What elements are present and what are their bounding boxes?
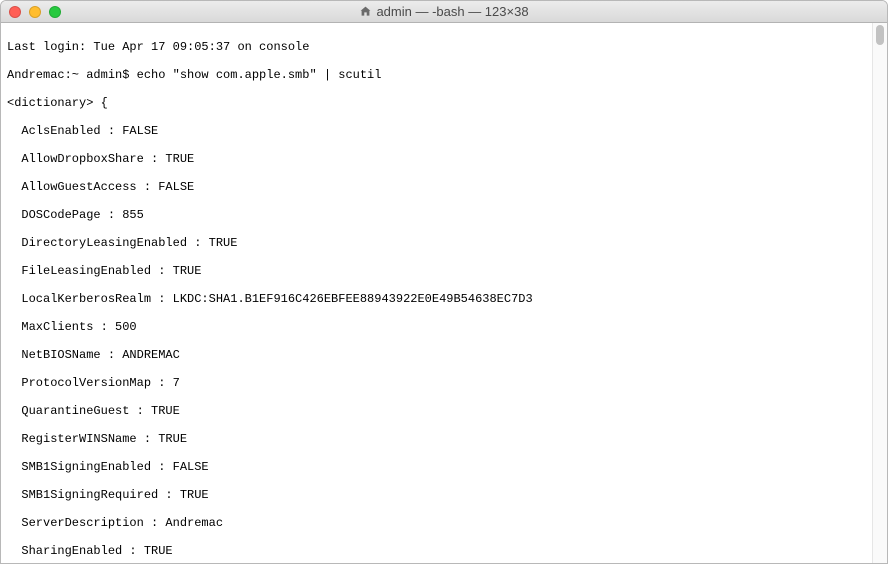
terminal-line: SharingEnabled : TRUE: [7, 544, 866, 558]
terminal-body: Last login: Tue Apr 17 09:05:37 on conso…: [1, 23, 887, 564]
terminal-line: MaxClients : 500: [7, 320, 866, 334]
terminal-content[interactable]: Last login: Tue Apr 17 09:05:37 on conso…: [1, 23, 872, 564]
minimize-icon[interactable]: [29, 6, 41, 18]
terminal-line: ProtocolVersionMap : 7: [7, 376, 866, 390]
terminal-window: admin — -bash — 123×38 Last login: Tue A…: [0, 0, 888, 564]
terminal-line: <dictionary> {: [7, 96, 866, 110]
terminal-line: DOSCodePage : 855: [7, 208, 866, 222]
scrollbar-thumb[interactable]: [876, 25, 884, 45]
terminal-line: AllowDropboxShare : TRUE: [7, 152, 866, 166]
terminal-line: DirectoryLeasingEnabled : TRUE: [7, 236, 866, 250]
traffic-lights: [1, 6, 61, 18]
window-title: admin — -bash — 123×38: [376, 4, 528, 19]
close-icon[interactable]: [9, 6, 21, 18]
terminal-line: Andremac:~ admin$ echo "show com.apple.s…: [7, 68, 866, 82]
window-title-wrapper: admin — -bash — 123×38: [1, 4, 887, 19]
terminal-line: LocalKerberosRealm : LKDC:SHA1.B1EF916C4…: [7, 292, 866, 306]
terminal-line: SMB1SigningRequired : TRUE: [7, 488, 866, 502]
terminal-line: FileLeasingEnabled : TRUE: [7, 264, 866, 278]
titlebar[interactable]: admin — -bash — 123×38: [1, 1, 887, 23]
terminal-line: Last login: Tue Apr 17 09:05:37 on conso…: [7, 40, 866, 54]
terminal-line: AclsEnabled : FALSE: [7, 124, 866, 138]
terminal-line: SMB1SigningEnabled : FALSE: [7, 460, 866, 474]
terminal-line: RegisterWINSName : TRUE: [7, 432, 866, 446]
maximize-icon[interactable]: [49, 6, 61, 18]
terminal-line: NetBIOSName : ANDREMAC: [7, 348, 866, 362]
terminal-line: QuarantineGuest : TRUE: [7, 404, 866, 418]
terminal-line: ServerDescription : Andremac: [7, 516, 866, 530]
scrollbar[interactable]: [872, 23, 887, 564]
home-icon: [359, 5, 372, 18]
terminal-line: AllowGuestAccess : FALSE: [7, 180, 866, 194]
